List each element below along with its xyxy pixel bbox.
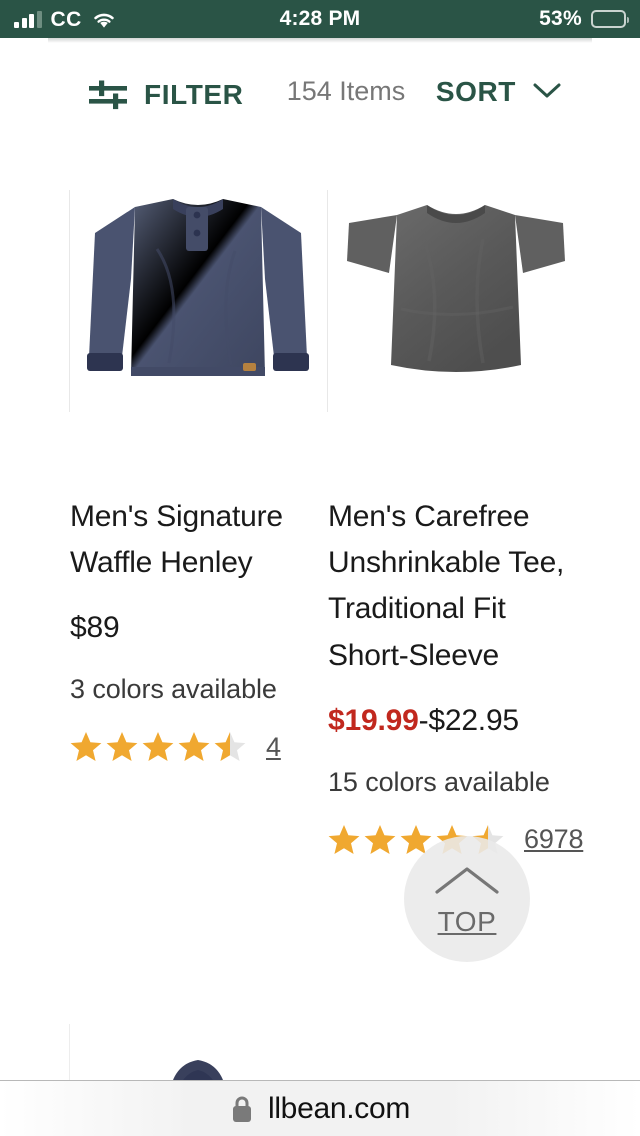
review-count-link[interactable]: 6978 [524, 824, 583, 855]
item-count-label: 154 Items [286, 76, 406, 106]
product-info: Men's Carefree Unshrinkable Tee, Traditi… [328, 414, 584, 857]
product-price: $19.99-$22.95 [328, 701, 584, 740]
sort-button[interactable]: SORT [436, 78, 562, 106]
price-regular: -$22.95 [418, 703, 520, 737]
chevron-up-icon [432, 863, 502, 902]
listing-toolbar: FILTER 154 Items SORT [0, 56, 640, 174]
filter-button-label: FILTER [144, 79, 244, 110]
product-rating[interactable]: 4 [70, 730, 326, 764]
price-regular: $89 [70, 611, 120, 645]
product-image[interactable] [328, 174, 584, 414]
filter-sliders-icon [88, 78, 128, 112]
battery-icon [591, 10, 629, 28]
mobile-browser-screen: CC 4:28 PM 53% FILTER 154 Items SORT Men… [0, 0, 640, 1136]
lock-icon [230, 1094, 254, 1124]
star-rating-icon [70, 730, 250, 764]
status-bar-shadow [48, 38, 592, 43]
filter-button[interactable]: FILTER [88, 78, 244, 112]
product-colors-available: 3 colors available [70, 674, 277, 705]
scroll-to-top-label: TOP [437, 905, 497, 937]
product-grid: Men's Signature Waffle Henley $89 3 colo… [0, 174, 640, 1104]
battery-percentage: 53% [539, 7, 582, 30]
product-title[interactable]: Men's Signature Waffle Henley [70, 494, 326, 586]
review-count-link[interactable]: 4 [266, 732, 281, 763]
product-title[interactable]: Men's Carefree Unshrinkable Tee, Traditi… [328, 494, 584, 679]
chevron-down-icon [532, 80, 562, 105]
product-card[interactable]: Men's Carefree Unshrinkable Tee, Traditi… [327, 174, 584, 857]
scroll-to-top-button[interactable]: TOP [404, 836, 530, 962]
sort-button-label: SORT [435, 76, 516, 107]
product-price: $89 [70, 608, 326, 647]
product-colors-available: 15 colors available [328, 766, 550, 797]
url-text: llbean.com [267, 1091, 411, 1125]
status-bar-right-group: 53% [539, 7, 640, 31]
price-sale: $19.99 [328, 703, 419, 737]
browser-address-bar[interactable]: llbean.com [0, 1080, 640, 1136]
status-bar: CC 4:28 PM 53% [0, 0, 640, 38]
product-info: Men's Signature Waffle Henley $89 3 colo… [70, 414, 326, 764]
product-card[interactable]: Men's Signature Waffle Henley $89 3 colo… [69, 174, 326, 764]
product-image[interactable] [70, 174, 326, 414]
